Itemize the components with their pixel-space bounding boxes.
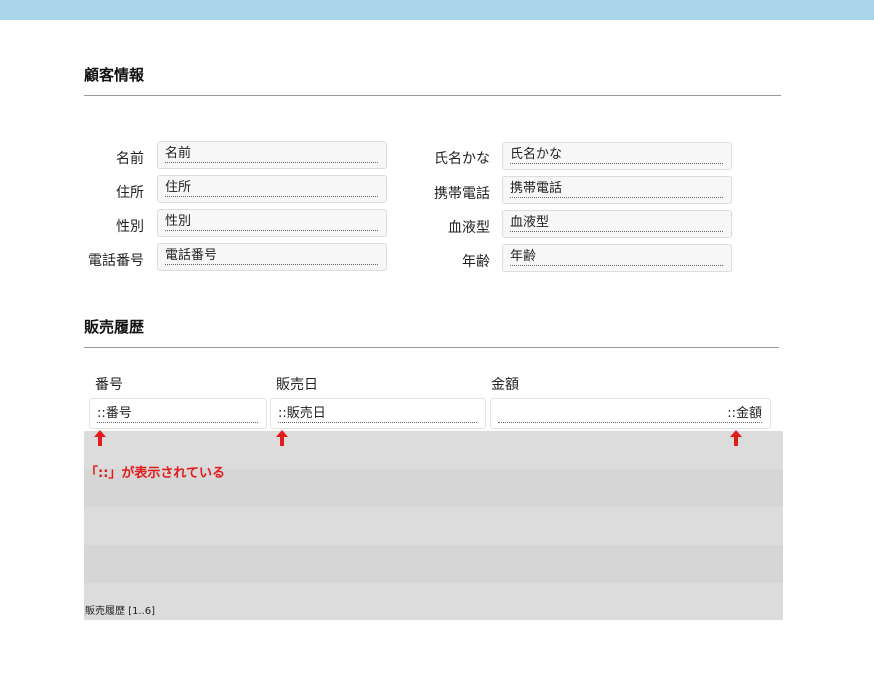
phone-field[interactable]: 電話番号 (157, 243, 387, 271)
field-label-blood: 血液型 (448, 220, 490, 236)
customer-divider (84, 95, 781, 96)
field-label-phone: 電話番号 (88, 253, 144, 269)
sale-date-cell[interactable]: ::販売日 (270, 398, 486, 429)
gender-field[interactable]: 性別 (157, 209, 387, 237)
name-field[interactable]: 名前 (157, 141, 387, 169)
age-value: 年齢 (510, 248, 723, 266)
column-header-sale-date[interactable]: 販売日 (276, 374, 318, 394)
number-cell-value: ::番号 (97, 405, 258, 423)
name-value: 名前 (165, 145, 378, 163)
kana-field[interactable]: 氏名かな (502, 142, 732, 170)
arrow-up-icon (730, 430, 742, 446)
annotation-note: 「::」が表示されている (85, 466, 226, 481)
phone-value: 電話番号 (165, 247, 378, 265)
sales-history-count: 販売履歴 [1..6] (85, 606, 156, 617)
amount-cell[interactable]: ::金額 (490, 398, 771, 429)
address-field[interactable]: 住所 (157, 175, 387, 203)
amount-cell-value: ::金額 (498, 405, 762, 423)
field-label-gender: 性別 (116, 219, 144, 235)
field-label-name: 名前 (116, 151, 144, 167)
address-value: 住所 (165, 179, 378, 197)
grid-band (84, 545, 783, 583)
field-label-age: 年齢 (462, 254, 490, 270)
sale-date-cell-value: ::販売日 (278, 405, 477, 423)
age-field[interactable]: 年齢 (502, 244, 732, 272)
top-bar (0, 0, 874, 20)
field-label-kana: 氏名かな (434, 151, 490, 167)
sales-section-title: 販売履歴 (84, 318, 145, 336)
arrow-up-icon (94, 430, 106, 446)
sales-divider (84, 347, 779, 348)
blood-type-field[interactable]: 血液型 (502, 210, 732, 238)
sales-grid (84, 431, 783, 620)
blood-type-value: 血液型 (510, 214, 723, 232)
arrow-up-icon (276, 430, 288, 446)
number-cell[interactable]: ::番号 (89, 398, 267, 429)
field-label-mobile: 携帯電話 (434, 186, 490, 202)
gender-value: 性別 (165, 213, 378, 231)
kana-value: 氏名かな (510, 146, 723, 164)
field-label-address: 住所 (116, 185, 144, 201)
column-header-number[interactable]: 番号 (95, 374, 123, 394)
mobile-field[interactable]: 携帯電話 (502, 176, 732, 204)
mobile-value: 携帯電話 (510, 180, 723, 198)
column-header-amount[interactable]: 金額 (491, 374, 519, 394)
customer-section-title: 顧客情報 (84, 66, 145, 84)
